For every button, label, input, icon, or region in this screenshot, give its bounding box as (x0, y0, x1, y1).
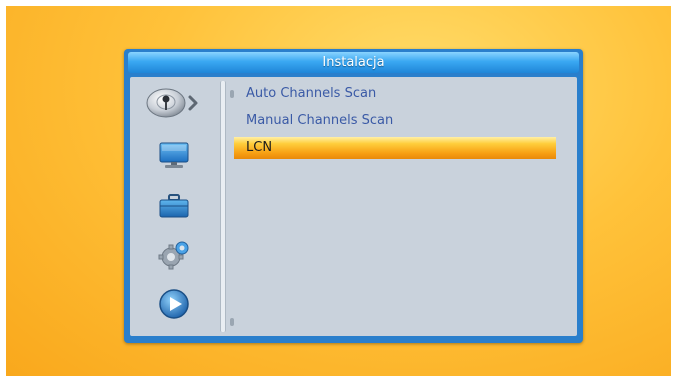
monitor-icon (159, 142, 189, 168)
scroll-down-icon (230, 318, 234, 326)
sidebar-item-tools[interactable] (130, 184, 218, 228)
scroll-track[interactable] (220, 81, 226, 332)
tv-screen: Instalacja Auto Channels Scan Manual Cha… (6, 6, 671, 376)
menu-item-lcn[interactable]: LCN (234, 137, 556, 159)
sidebar-item-media[interactable] (130, 282, 218, 326)
installation-window: Instalacja Auto Channels Scan Manual Cha… (124, 49, 583, 343)
play-icon (159, 289, 189, 319)
sidebar-item-installation[interactable] (130, 81, 218, 125)
satellite-dish-icon (146, 88, 198, 118)
sidebar-item-picture[interactable] (130, 134, 218, 178)
window-title: Instalacja (128, 52, 579, 73)
briefcase-icon (159, 194, 189, 218)
window-body: Auto Channels Scan Manual Channels Scan … (130, 77, 577, 336)
gears-icon (158, 241, 189, 270)
menu-list: Auto Channels Scan Manual Channels Scan … (234, 83, 570, 164)
menu-item-manual-scan[interactable]: Manual Channels Scan (234, 110, 570, 132)
sidebar-item-system[interactable] (130, 232, 218, 276)
menu-item-auto-scan[interactable]: Auto Channels Scan (234, 83, 570, 105)
sidebar (130, 77, 218, 336)
